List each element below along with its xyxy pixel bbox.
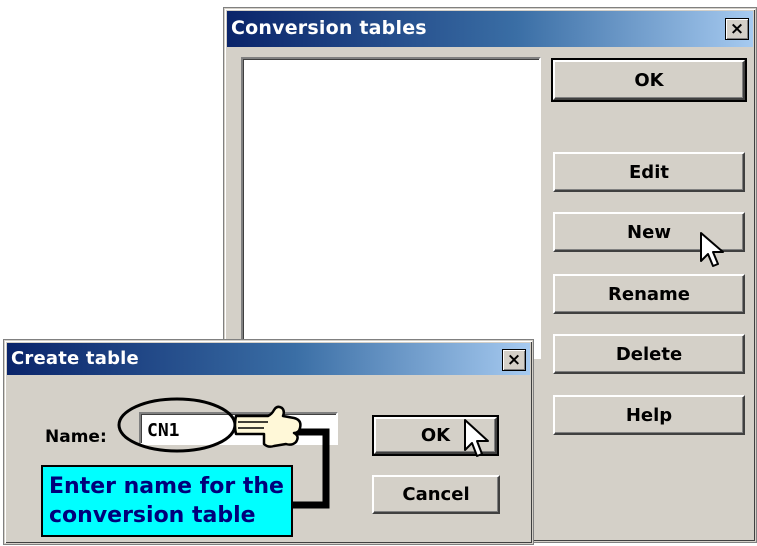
create-table-dialog: Create table × Name: CN1 OK Cancel Enter… bbox=[4, 340, 533, 544]
conversion-tables-titlebar[interactable]: Conversion tables × bbox=[227, 11, 753, 47]
edit-button-label: Edit bbox=[629, 161, 669, 183]
close-icon[interactable]: × bbox=[502, 349, 526, 371]
delete-button-label: Delete bbox=[615, 343, 683, 365]
name-input[interactable]: CN1 bbox=[139, 412, 338, 445]
conversion-tables-list[interactable] bbox=[241, 57, 541, 359]
ok-button[interactable]: OK bbox=[551, 58, 747, 102]
new-button-label: New bbox=[627, 221, 671, 243]
create-ok-button-label: OK bbox=[420, 425, 451, 446]
annotation-line-1: Enter name for the bbox=[49, 474, 284, 499]
create-table-titlebar[interactable]: Create table × bbox=[7, 343, 530, 375]
conversion-tables-title: Conversion tables bbox=[231, 17, 427, 39]
edit-button[interactable]: Edit bbox=[553, 152, 745, 192]
close-icon[interactable]: × bbox=[725, 18, 749, 40]
ok-button-label: OK bbox=[634, 69, 664, 91]
delete-button[interactable]: Delete bbox=[553, 334, 745, 374]
help-button-label: Help bbox=[625, 404, 673, 426]
cancel-button[interactable]: Cancel bbox=[372, 475, 500, 514]
annotation-line-2: conversion table bbox=[49, 503, 256, 528]
cancel-button-label: Cancel bbox=[402, 484, 470, 505]
name-label: Name: bbox=[45, 427, 107, 447]
create-ok-button[interactable]: OK bbox=[372, 415, 499, 456]
rename-button-label: Rename bbox=[608, 283, 690, 305]
new-button[interactable]: New bbox=[553, 212, 745, 252]
annotation-callout: Enter name for the conversion table bbox=[41, 465, 293, 537]
rename-button[interactable]: Rename bbox=[553, 274, 745, 314]
create-table-title: Create table bbox=[11, 348, 139, 369]
help-button[interactable]: Help bbox=[553, 395, 745, 435]
